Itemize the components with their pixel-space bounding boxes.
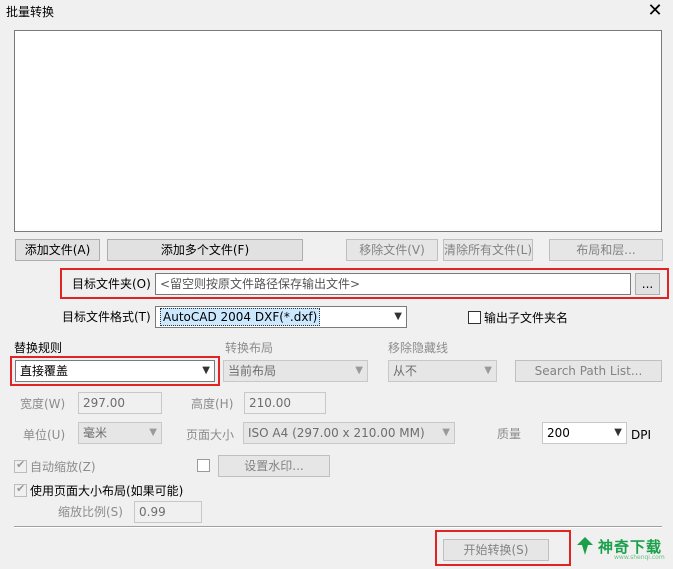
remove-file-button[interactable]: 移除文件(V) — [346, 239, 438, 261]
auto-scale-label: 自动缩放(Z) — [30, 460, 96, 474]
unit-label: 单位(U) — [23, 428, 66, 442]
output-subfolder-label: 输出子文件夹名 — [484, 311, 569, 325]
replace-rule-value: 直接覆盖 — [20, 364, 69, 378]
remove-hidden-lines-select[interactable]: 从不 ▼ — [388, 360, 497, 382]
target-folder-label: 目标文件夹(O) — [72, 277, 151, 291]
quality-label: 质量 — [497, 427, 522, 441]
auto-scale-checkbox[interactable]: ✔ — [14, 458, 27, 473]
check-icon: ✔ — [16, 482, 26, 495]
target-format-label: 目标文件格式(T) — [62, 310, 151, 324]
brand-logo-icon — [577, 537, 593, 555]
remove-hidden-lines-label: 移除隐藏线 — [388, 341, 449, 355]
layout-layers-button[interactable]: 布局和层... — [549, 239, 663, 261]
page-size-select[interactable]: ISO A4 (297.00 x 210.00 MM) ▼ — [243, 422, 455, 444]
page-size-value: ISO A4 (297.00 x 210.00 MM) — [248, 426, 425, 440]
quality-value: 200 — [547, 426, 570, 440]
target-format-select[interactable]: AutoCAD 2004 DXF(*.dxf) ▼ — [155, 306, 407, 328]
add-file-button[interactable]: 添加文件(A) — [15, 239, 100, 261]
remove-hidden-lines-value: 从不 — [393, 364, 418, 378]
quality-select[interactable]: 200 ▼ — [542, 422, 627, 444]
width-label: 宽度(W) — [20, 397, 66, 411]
clear-all-files-button[interactable]: 清除所有文件(L) — [443, 239, 533, 261]
target-folder-input[interactable]: <留空则按原文件路径保存输出文件> — [155, 273, 631, 295]
watermark-checkbox[interactable] — [197, 459, 210, 472]
chevron-down-icon: ▼ — [355, 365, 363, 376]
use-page-size-layout-checkbox[interactable]: ✔ — [14, 482, 27, 497]
chevron-down-icon: ▼ — [614, 427, 622, 438]
quality-unit: DPI — [631, 428, 652, 442]
convert-layout-select[interactable]: 当前布局 ▼ — [223, 360, 368, 382]
chevron-down-icon: ▼ — [484, 365, 492, 376]
height-input[interactable]: 210.00 — [244, 392, 326, 414]
chevron-down-icon: ▼ — [394, 311, 402, 322]
divider — [14, 526, 662, 528]
window-title: 批量转换 — [6, 5, 55, 19]
start-convert-button[interactable]: 开始转换(S) — [443, 539, 549, 561]
chevron-down-icon: ▼ — [202, 365, 210, 376]
scale-ratio-label: 缩放比例(S) — [58, 505, 123, 519]
close-icon[interactable]: ✕ — [645, 0, 665, 22]
scale-ratio-input[interactable]: 0.99 — [134, 501, 202, 523]
replace-rule-select[interactable]: 直接覆盖 ▼ — [15, 360, 215, 382]
check-icon: ✔ — [16, 458, 26, 471]
add-multiple-files-button[interactable]: 添加多个文件(F) — [107, 239, 303, 261]
search-path-list-button[interactable]: Search Path List... — [515, 360, 662, 382]
width-input[interactable]: 297.00 — [78, 392, 162, 414]
use-page-size-layout-label: 使用页面大小布局(如果可能) — [30, 484, 184, 498]
convert-layout-value: 当前布局 — [228, 364, 277, 378]
browse-folder-button[interactable]: ... — [635, 273, 660, 295]
file-list[interactable] — [14, 30, 662, 232]
chevron-down-icon: ▼ — [442, 427, 450, 438]
brand-sub: www.shenqi.com — [614, 554, 665, 561]
unit-select[interactable]: 毫米 ▼ — [78, 422, 162, 444]
replace-rule-label: 替换规则 — [14, 341, 63, 355]
set-watermark-button[interactable]: 设置水印... — [218, 455, 330, 477]
convert-layout-label: 转换布局 — [225, 341, 274, 355]
output-subfolder-checkbox[interactable] — [468, 311, 481, 324]
height-label: 高度(H) — [191, 397, 234, 411]
target-format-value: AutoCAD 2004 DXF(*.dxf) — [160, 308, 321, 326]
unit-value: 毫米 — [83, 426, 108, 440]
brand-watermark: 神奇下载 www.shenqi.com — [570, 530, 670, 562]
chevron-down-icon: ▼ — [149, 427, 157, 438]
page-size-label: 页面大小 — [186, 428, 235, 442]
